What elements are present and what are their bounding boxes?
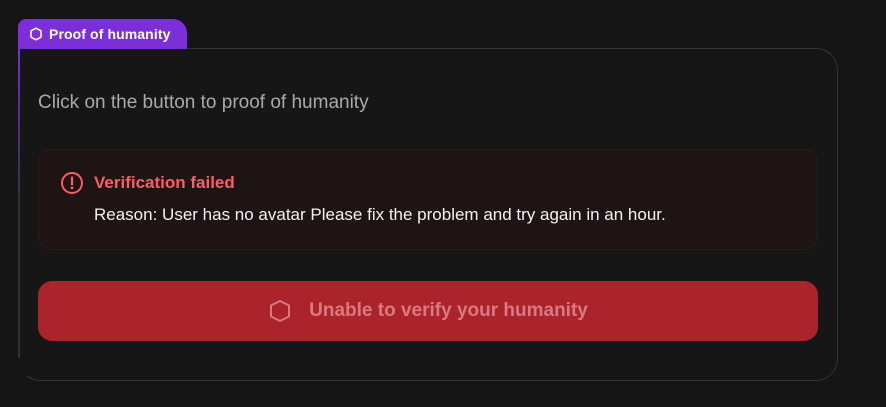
alert-circle-icon xyxy=(60,171,84,195)
card-accent-border xyxy=(18,48,20,358)
tab-label: Proof of humanity xyxy=(49,26,171,42)
proof-of-humanity-widget: Proof of humanity Click on the button to… xyxy=(0,0,886,407)
instruction-text: Click on the button to proof of humanity xyxy=(38,92,369,113)
alert-title: Verification failed xyxy=(94,173,235,192)
shield-icon xyxy=(268,299,292,323)
proof-of-humanity-tab: Proof of humanity xyxy=(18,19,187,49)
shield-icon xyxy=(29,27,43,41)
alert-reason: Reason: User has no avatar Please fix th… xyxy=(94,205,666,224)
verify-humanity-button[interactable]: Unable to verify your humanity xyxy=(38,281,818,341)
verify-button-label: Unable to verify your humanity xyxy=(309,300,588,321)
verification-error-alert: Verification failed Reason: User has no … xyxy=(38,149,818,250)
